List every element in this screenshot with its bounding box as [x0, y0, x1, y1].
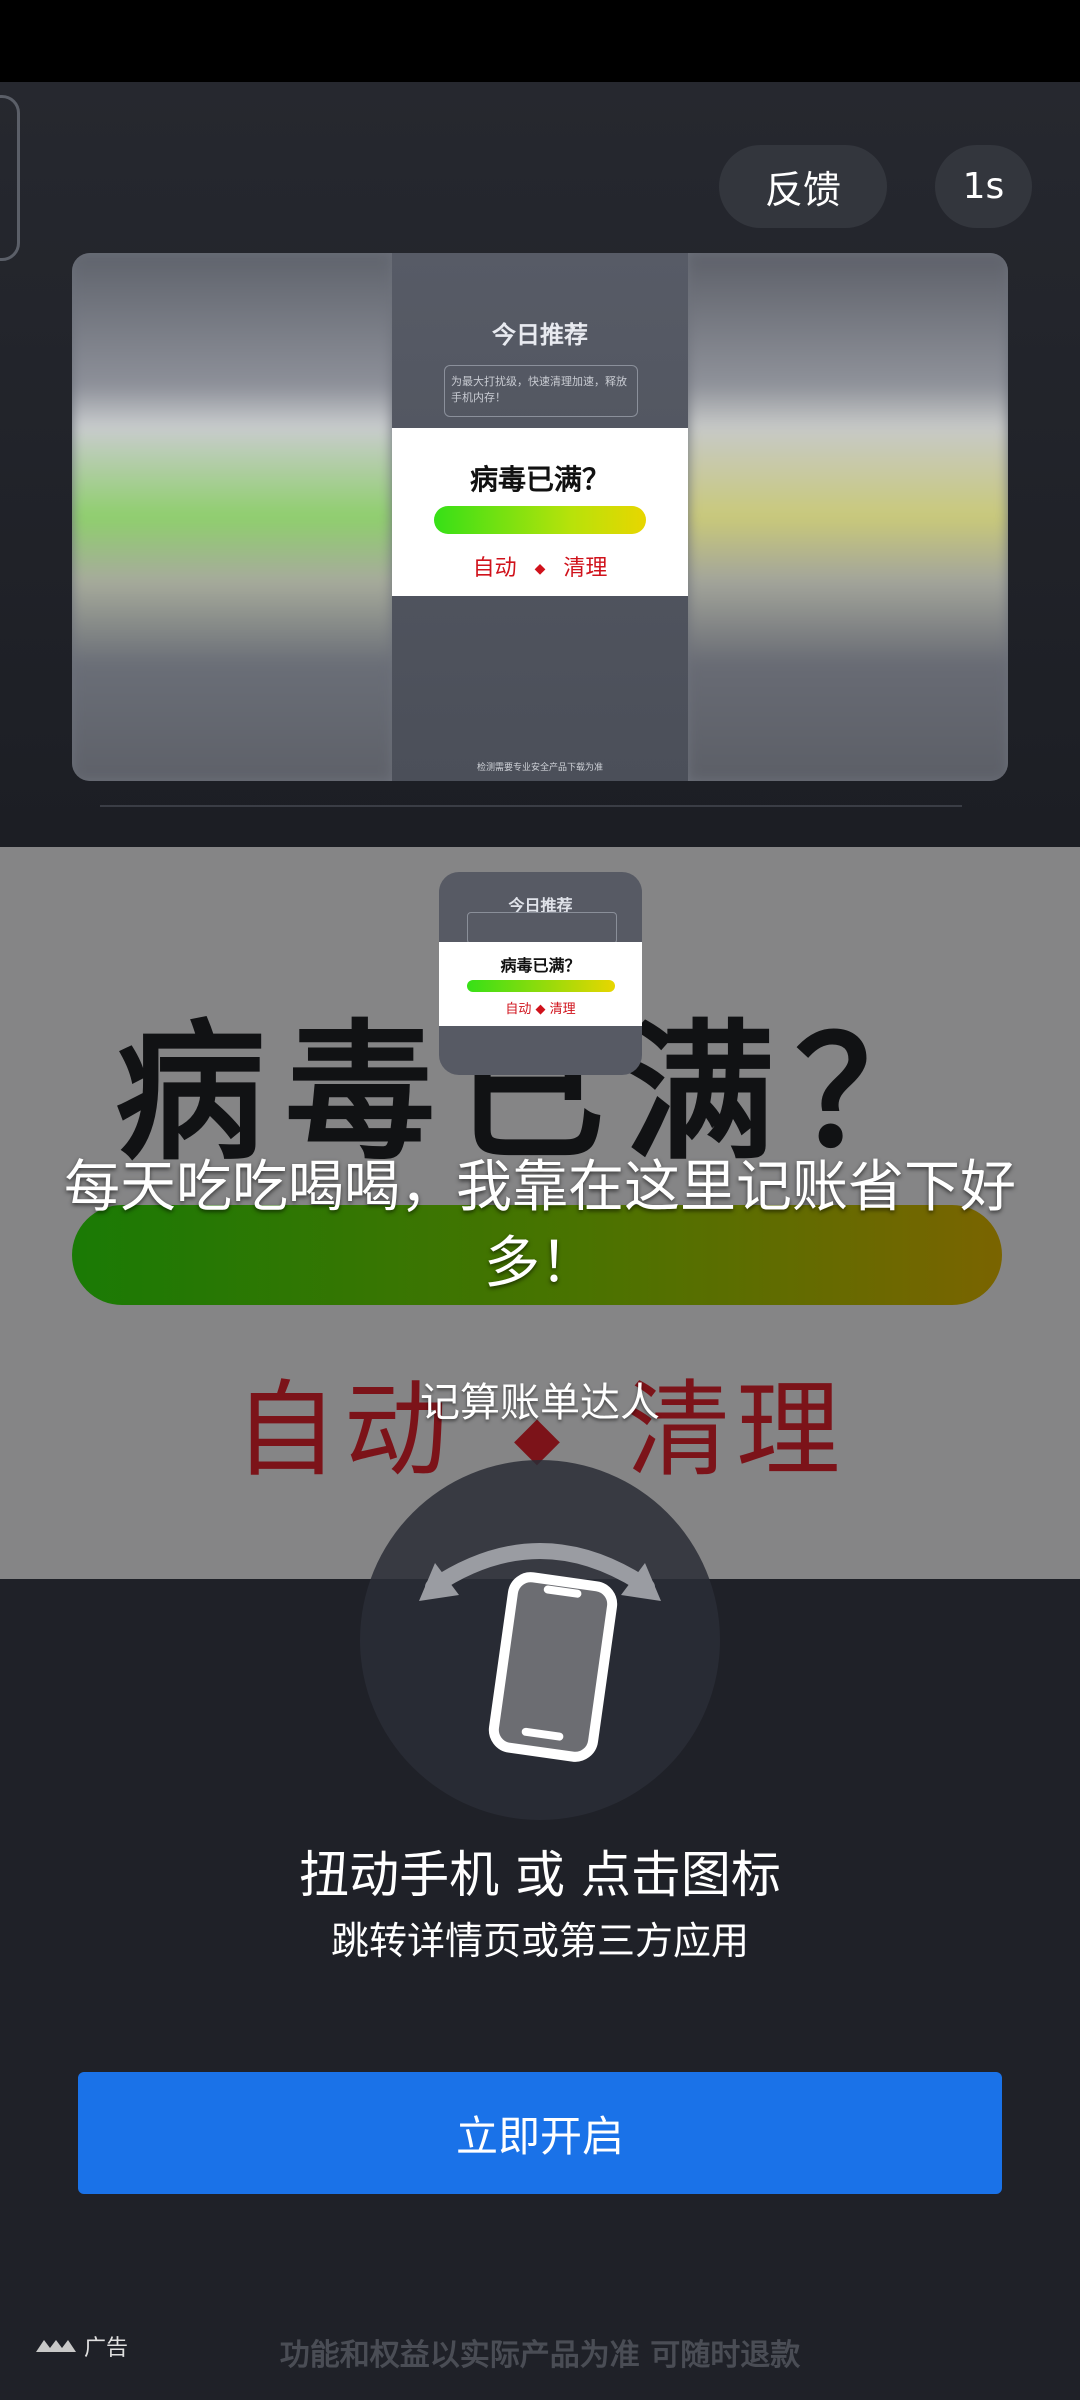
thumb-white-panel: 病毒已满？ 自动 ◆ 清理: [439, 942, 642, 1026]
preview-right-word: 清理: [563, 556, 608, 581]
preview-center-image: 今日推荐 为最大打扰级，快速清理加速，释放手机内存！ 病毒已满？ 自动 ◆ 清理 检…: [392, 253, 688, 781]
thumb-left-word: 自动: [505, 1002, 532, 1017]
ad-preview-card[interactable]: 今日推荐 为最大打扰级，快速清理加速，释放手机内存！ 病毒已满？ 自动 ◆ 清理 检…: [72, 253, 1008, 781]
ad-app-name: 记算账单达人: [420, 1380, 660, 1426]
preview-footer: 检测需要专业安全产品下载为准: [476, 763, 603, 773]
thumb-progress-bar: [467, 980, 615, 992]
preview-progress-bar: [434, 506, 646, 534]
preview-text-box: 为最大打扰级，快速清理加速，释放手机内存！: [444, 365, 638, 417]
feedback-button[interactable]: 反馈: [719, 145, 887, 228]
ad-title: 每天吃吃喝喝，我靠在这里记账省下好多！: [64, 1155, 1016, 1296]
preview-logo: 今日推荐: [492, 321, 588, 349]
app-icon-thumbnail[interactable]: 今日推荐 病毒已满？ 自动 ◆ 清理: [439, 872, 642, 1075]
status-bar: [0, 0, 1080, 82]
thumb-clean-row: 自动 ◆ 清理: [505, 1002, 576, 1017]
disclaimer-text: 功能和权益以实际产品为准 可随时退款: [279, 2338, 801, 2373]
countdown-timer[interactable]: 1s: [935, 145, 1032, 228]
thumb-text-box: [467, 912, 617, 944]
preview-headline: 病毒已满？: [469, 463, 610, 496]
diamond-icon: ◆: [534, 561, 546, 577]
left-edge-frame: [0, 95, 20, 261]
shake-subtitle: 跳转详情页或第三方应用: [330, 1919, 749, 1963]
thumb-right-word: 清理: [549, 1002, 576, 1017]
thumb-headline: 病毒已满？: [500, 956, 581, 975]
preview-white-panel: 病毒已满？ 自动 ◆ 清理: [392, 428, 688, 596]
preview-blur-right: [688, 253, 1008, 781]
preview-blur-left: [72, 253, 392, 781]
card-shadow-frame: [100, 783, 962, 807]
preview-left-word: 自动: [472, 556, 517, 581]
open-now-button[interactable]: 立即开启: [78, 2072, 1002, 2194]
shake-title: 扭动手机 或 点击图标: [299, 1846, 781, 1904]
preview-clean-row: 自动 ◆ 清理: [392, 550, 688, 582]
shake-phone-icon[interactable]: [415, 1505, 665, 1785]
